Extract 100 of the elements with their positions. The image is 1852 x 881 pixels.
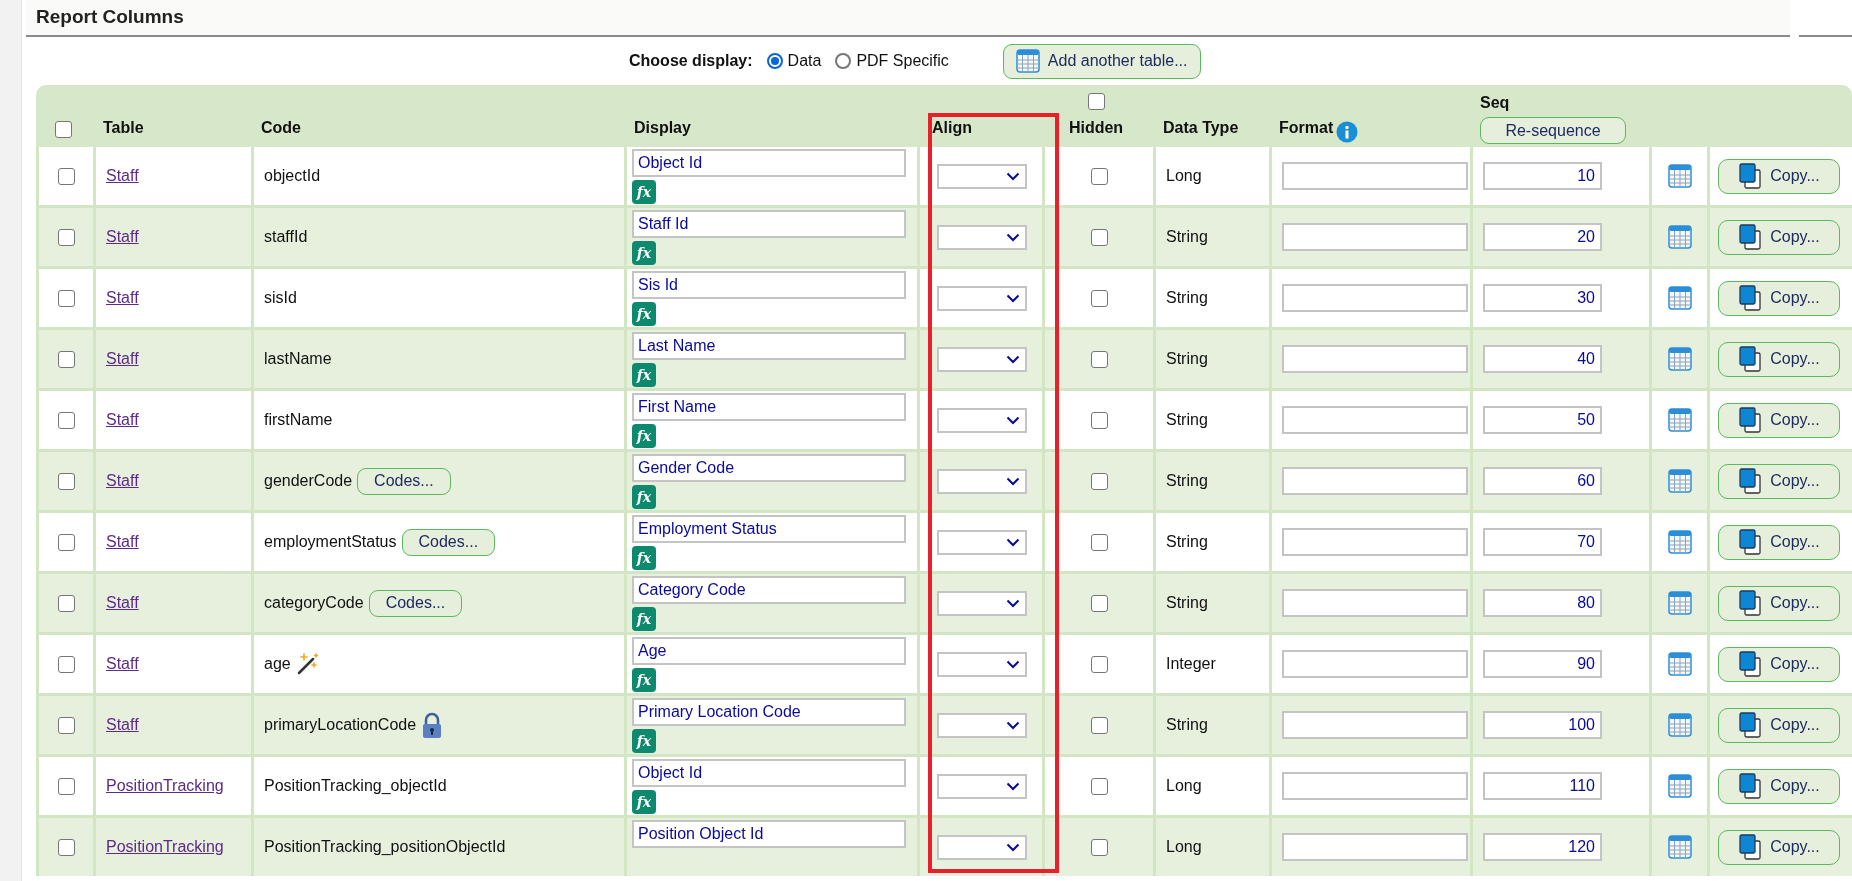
checkbox[interactable]	[1090, 777, 1108, 795]
display-field[interactable]: Age	[632, 637, 906, 665]
display-field[interactable]: Employment Status	[632, 515, 906, 543]
checkbox[interactable]	[57, 472, 75, 490]
checkbox[interactable]	[57, 716, 75, 734]
checkbox[interactable]	[1090, 350, 1108, 368]
display-field[interactable]: Last Name	[632, 332, 906, 360]
copy-button[interactable]: Copy...	[1718, 829, 1840, 865]
formula-button[interactable]: fx	[632, 546, 656, 570]
codes-button[interactable]: Codes...	[357, 467, 451, 495]
display-field[interactable]: Object Id	[632, 149, 906, 177]
calendar-icon[interactable]	[1667, 286, 1692, 310]
seq-field[interactable]: 20	[1483, 223, 1602, 251]
display-field[interactable]: Gender Code	[632, 454, 906, 482]
copy-button[interactable]: Copy...	[1718, 280, 1840, 316]
format-field[interactable]	[1282, 284, 1468, 312]
calendar-icon[interactable]	[1667, 530, 1692, 554]
format-field[interactable]	[1282, 467, 1468, 495]
calendar-icon[interactable]	[1667, 774, 1692, 798]
format-field[interactable]	[1282, 223, 1468, 251]
checkbox[interactable]	[57, 228, 75, 246]
table-link[interactable]: Staff	[106, 469, 139, 493]
checkbox[interactable]	[1090, 655, 1108, 673]
seq-field[interactable]: 100	[1483, 711, 1602, 739]
info-icon[interactable]	[1336, 121, 1359, 143]
table-link[interactable]: Staff	[106, 286, 139, 310]
checkbox[interactable]	[1090, 838, 1108, 856]
checkbox[interactable]	[57, 289, 75, 307]
checkbox[interactable]	[1090, 411, 1108, 429]
copy-button[interactable]: Copy...	[1718, 585, 1840, 621]
seq-field[interactable]: 30	[1483, 284, 1602, 312]
checkbox[interactable]	[1090, 167, 1108, 185]
display-field[interactable]: Category Code	[632, 576, 906, 604]
checkbox[interactable]	[1090, 533, 1108, 551]
calendar-icon[interactable]	[1667, 835, 1692, 859]
calendar-icon[interactable]	[1667, 652, 1692, 676]
copy-button[interactable]: Copy...	[1718, 707, 1840, 743]
radio-button[interactable]	[766, 53, 783, 69]
display-field[interactable]: First Name	[632, 393, 906, 421]
checkbox[interactable]	[1090, 228, 1108, 246]
formula-button[interactable]: fx	[632, 241, 656, 265]
seq-field[interactable]: 60	[1483, 467, 1602, 495]
add-table-button[interactable]: Add another table...	[1002, 43, 1201, 79]
format-field[interactable]	[1282, 650, 1468, 678]
table-link[interactable]: Staff	[106, 652, 139, 676]
calendar-icon[interactable]	[1667, 164, 1692, 188]
format-field[interactable]	[1282, 833, 1468, 861]
checkbox[interactable]	[54, 121, 72, 138]
copy-button[interactable]: Copy...	[1718, 524, 1840, 560]
seq-field[interactable]: 40	[1483, 345, 1602, 373]
seq-field[interactable]: 80	[1483, 589, 1602, 617]
seq-field[interactable]: 70	[1483, 528, 1602, 556]
display-field[interactable]: Sis Id	[632, 271, 906, 299]
format-field[interactable]	[1282, 406, 1468, 434]
seq-field[interactable]: 10	[1483, 162, 1602, 190]
calendar-icon[interactable]	[1667, 347, 1692, 371]
copy-button[interactable]: Copy...	[1718, 402, 1840, 438]
formula-button[interactable]: fx	[632, 180, 656, 204]
radio-button[interactable]	[835, 53, 852, 69]
formula-button[interactable]: fx	[632, 424, 656, 448]
format-field[interactable]	[1282, 162, 1468, 190]
checkbox[interactable]	[1090, 594, 1108, 612]
table-link[interactable]: Staff	[106, 530, 139, 554]
checkbox[interactable]	[57, 777, 75, 795]
checkbox[interactable]	[1090, 289, 1108, 307]
formula-button[interactable]: fx	[632, 363, 656, 387]
codes-button[interactable]: Codes...	[368, 589, 463, 617]
table-link[interactable]: Staff	[106, 225, 139, 249]
format-field[interactable]	[1282, 345, 1468, 373]
codes-button[interactable]: Codes...	[401, 528, 496, 556]
copy-button[interactable]: Copy...	[1718, 219, 1840, 255]
checkbox[interactable]	[57, 594, 75, 612]
copy-button[interactable]: Copy...	[1718, 463, 1840, 499]
calendar-icon[interactable]	[1667, 469, 1692, 493]
checkbox[interactable]	[1087, 93, 1105, 110]
checkbox[interactable]	[57, 838, 75, 856]
calendar-icon[interactable]	[1667, 408, 1692, 432]
table-link[interactable]: Staff	[106, 713, 139, 737]
copy-button[interactable]: Copy...	[1718, 341, 1840, 377]
copy-button[interactable]: Copy...	[1718, 158, 1840, 194]
checkbox[interactable]	[57, 533, 75, 551]
checkbox[interactable]	[57, 655, 75, 673]
formula-button[interactable]: fx	[632, 485, 656, 509]
copy-button[interactable]: Copy...	[1718, 646, 1840, 682]
format-field[interactable]	[1282, 528, 1468, 556]
checkbox[interactable]	[1090, 472, 1108, 490]
checkbox[interactable]	[57, 411, 75, 429]
seq-field[interactable]: 120	[1483, 833, 1602, 861]
seq-field[interactable]: 50	[1483, 406, 1602, 434]
formula-button[interactable]: fx	[632, 607, 656, 631]
display-field[interactable]: Staff Id	[632, 210, 906, 238]
table-link[interactable]: Staff	[106, 591, 139, 615]
display-field[interactable]: Primary Location Code	[632, 698, 906, 726]
table-icon[interactable]	[1015, 49, 1040, 73]
formula-button[interactable]: fx	[632, 302, 656, 326]
calendar-icon[interactable]	[1667, 225, 1692, 249]
formula-button[interactable]: fx	[632, 790, 656, 814]
checkbox[interactable]	[1090, 716, 1108, 734]
display-field[interactable]: Object Id	[632, 759, 906, 787]
seq-field[interactable]: 110	[1483, 772, 1602, 800]
